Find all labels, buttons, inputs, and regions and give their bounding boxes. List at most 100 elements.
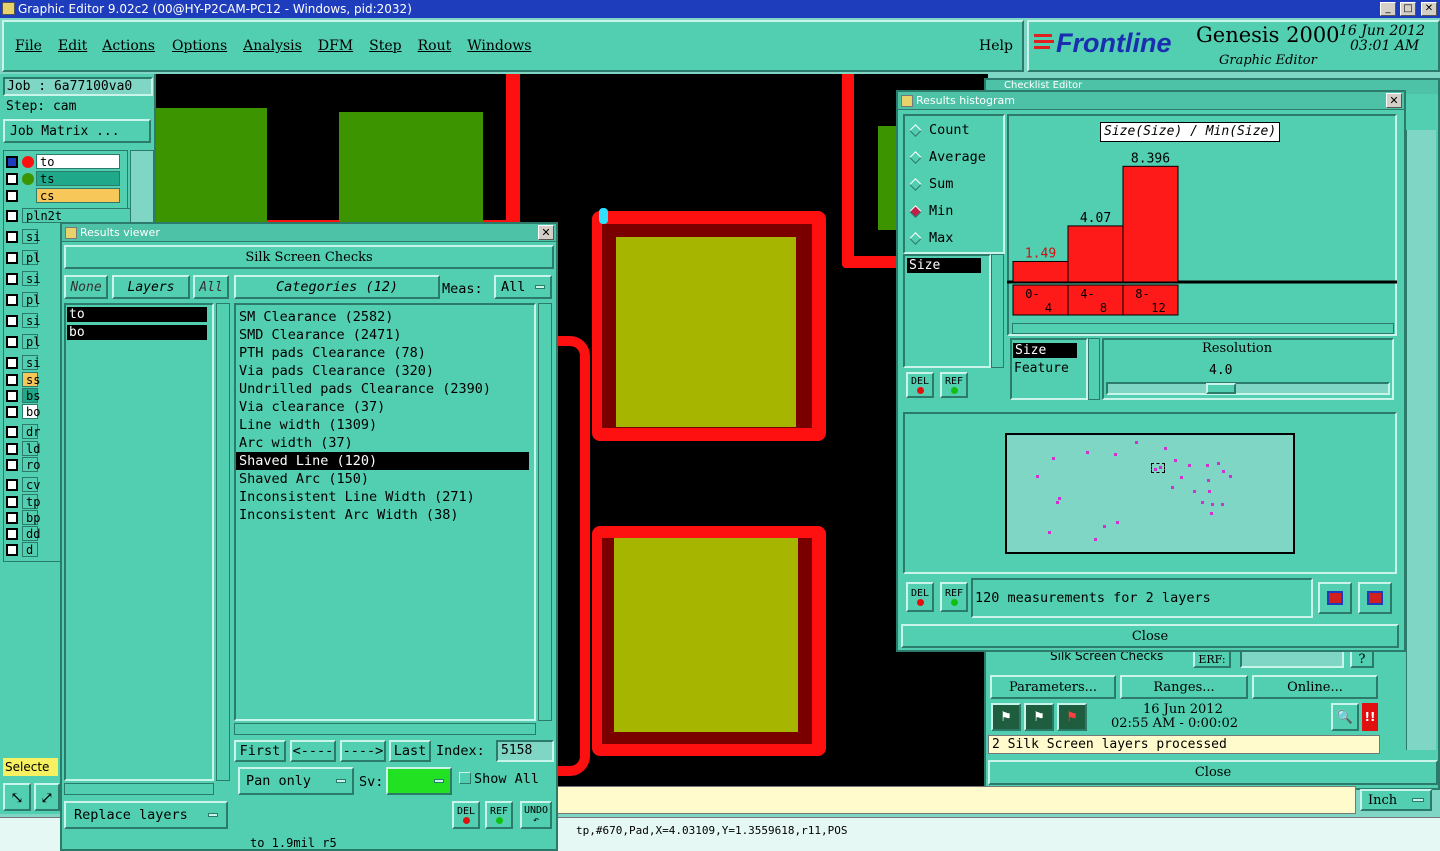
layer-checkbox[interactable] [6, 209, 18, 222]
layer-checkbox[interactable] [6, 478, 18, 491]
layer-row[interactable]: ss [6, 371, 40, 388]
layer-row[interactable]: bp [6, 509, 40, 526]
layer-checkbox[interactable] [6, 251, 18, 264]
layer-result-to[interactable]: to [67, 307, 207, 322]
layer-checkbox[interactable] [6, 373, 18, 386]
close-icon[interactable]: ✕ [1386, 93, 1402, 108]
checklist-help-button[interactable]: ? [1350, 650, 1374, 668]
layer-row[interactable]: pl [6, 333, 40, 350]
hist-del-button-2[interactable]: DEL [906, 582, 934, 612]
parameters-button[interactable]: Parameters... [990, 675, 1116, 699]
layer-list-scrollbar[interactable] [216, 303, 230, 781]
menu-windows[interactable]: Windows [467, 38, 531, 54]
layer-checkbox[interactable] [6, 293, 18, 306]
undo-button[interactable]: UNDO ↶ [520, 801, 552, 829]
layer-row[interactable]: pl [6, 291, 40, 308]
layer-checkbox[interactable] [6, 511, 18, 524]
layer-row[interactable]: tp [6, 493, 40, 510]
pan-mode-select[interactable]: Pan only [238, 767, 354, 795]
category-scrollbar[interactable] [538, 303, 552, 721]
chart-bar[interactable] [1012, 260, 1069, 283]
layer-row[interactable]: si [6, 228, 40, 245]
layer-row[interactable]: d [6, 541, 38, 558]
replace-layers-button[interactable]: Replace layers [64, 801, 228, 829]
layer-result-bo[interactable]: bo [67, 325, 207, 340]
field-list-scrollbar[interactable] [991, 254, 1004, 368]
hist-ref-button-2[interactable]: REF [940, 582, 968, 612]
export-icon[interactable] [1318, 582, 1352, 614]
menu-options[interactable]: Options [172, 38, 227, 54]
category-item[interactable]: Via clearance (37) [236, 398, 534, 416]
histogram-option-average[interactable]: Average [909, 149, 986, 165]
run-selected-icon[interactable]: ⚑ [1057, 703, 1087, 731]
category-item[interactable]: Shaved Line (120) [236, 452, 529, 470]
layer-checkbox[interactable] [6, 389, 18, 402]
layer-checkbox[interactable] [6, 155, 18, 168]
none-button[interactable]: None [64, 275, 108, 299]
layer-row[interactable]: dd [6, 525, 40, 542]
layer-row[interactable]: cv [6, 476, 40, 493]
menu-edit[interactable]: Edit [58, 38, 87, 54]
index-field[interactable]: 5158 [496, 740, 554, 762]
hist-ref-button[interactable]: REF [940, 372, 968, 398]
menu-rout[interactable]: Rout [418, 38, 452, 54]
last-button[interactable]: Last [389, 740, 431, 762]
menu-file[interactable]: File [15, 38, 42, 54]
zoom-extent-icon[interactable]: ⤡ [3, 783, 31, 811]
erf-button[interactable]: ERF: [1193, 650, 1231, 668]
layer-row[interactable]: bo [6, 403, 40, 420]
import-icon[interactable] [1358, 582, 1392, 614]
close-window-button[interactable]: ✕ [1421, 2, 1437, 16]
layer-row[interactable]: bs [6, 387, 40, 404]
category-item[interactable]: SM Clearance (2582) [236, 308, 534, 326]
units-button[interactable]: Inch [1360, 789, 1432, 811]
minimize-button[interactable]: _ [1380, 2, 1396, 16]
ranges-button[interactable]: Ranges... [1120, 675, 1248, 699]
histogram-option-max[interactable]: Max [909, 230, 953, 246]
layer-row[interactable]: pl [6, 249, 40, 266]
close-icon[interactable]: ✕ [538, 225, 554, 240]
resolution-slider-thumb[interactable] [1206, 383, 1236, 394]
del-button[interactable]: DEL [452, 801, 480, 829]
category-item[interactable]: Inconsistent Arc Width (38) [236, 506, 534, 524]
job-matrix-button[interactable]: Job Matrix ... [3, 119, 151, 143]
layer-row[interactable]: cs [6, 187, 120, 204]
run-all-icon[interactable]: ⚑ [1024, 703, 1054, 731]
zoom-area-icon[interactable]: ⤢ [34, 783, 60, 811]
layer-row[interactable]: si [6, 312, 40, 329]
online-button[interactable]: Online... [1252, 675, 1378, 699]
alert-icon[interactable]: !! [1362, 703, 1378, 731]
first-button[interactable]: First [234, 740, 286, 762]
field2-size[interactable]: Size [1013, 343, 1077, 358]
menu-dfm[interactable]: DFM [318, 38, 353, 54]
sv-color-select[interactable] [386, 767, 452, 795]
histogram-option-sum[interactable]: Sum [909, 176, 953, 192]
category-item[interactable]: PTH pads Clearance (78) [236, 344, 534, 362]
layer-row[interactable]: ts [6, 170, 120, 187]
histogram-field-size[interactable]: Size [907, 258, 981, 273]
checklist-close-button[interactable]: Close [988, 760, 1438, 785]
layer-checkbox[interactable] [6, 189, 18, 202]
histogram-option-min[interactable]: Min [909, 203, 953, 219]
category-item[interactable]: Via pads Clearance (320) [236, 362, 534, 380]
layer-checkbox[interactable] [6, 527, 18, 540]
category-item[interactable]: SMD Clearance (2471) [236, 326, 534, 344]
hist-del-button[interactable]: DEL [906, 372, 934, 398]
category-item[interactable]: Shaved Arc (150) [236, 470, 534, 488]
layer-checkbox[interactable] [6, 458, 18, 471]
erf-field[interactable] [1240, 650, 1344, 668]
histogram-option-count[interactable]: Count [909, 122, 970, 138]
layer-row[interactable]: dr [6, 423, 40, 440]
layer-checkbox[interactable] [6, 442, 18, 455]
category-item[interactable]: Undrilled pads Clearance (2390) [236, 380, 534, 398]
layer-row[interactable]: si [6, 270, 40, 287]
scatter-plot[interactable] [1005, 433, 1295, 554]
category-hscrollbar[interactable] [234, 723, 536, 735]
layer-checkbox[interactable] [6, 172, 18, 185]
chart-hscrollbar[interactable] [1012, 323, 1394, 334]
layer-row[interactable]: to [6, 153, 120, 170]
menu-step[interactable]: Step [369, 38, 401, 54]
zoom-icon[interactable]: 🔍 [1331, 703, 1359, 731]
prev-button[interactable]: <---- [290, 740, 336, 762]
category-item[interactable]: Line width (1309) [236, 416, 534, 434]
